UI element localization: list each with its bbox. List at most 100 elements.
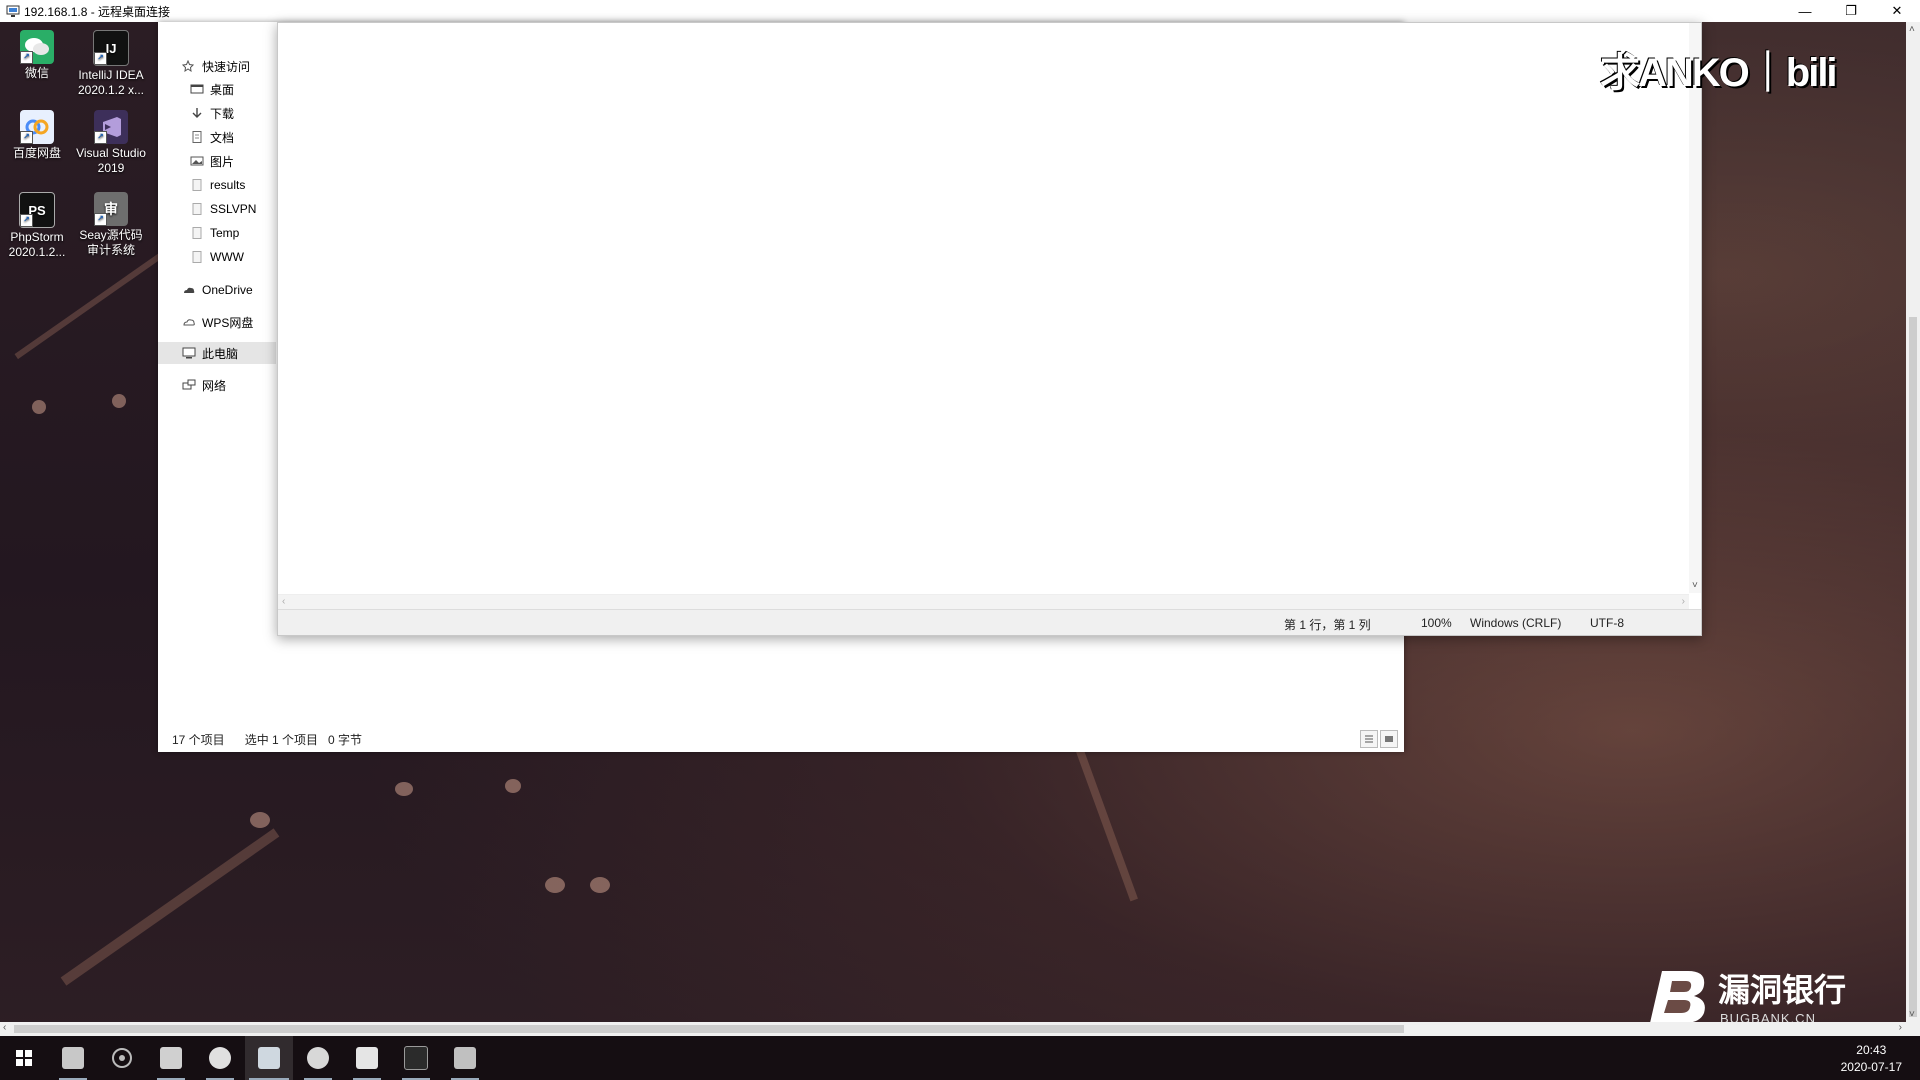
wallpaper-streak — [14, 250, 166, 360]
nav-item-downloads[interactable]: 下载 — [158, 102, 276, 124]
navigation-pane: 快速访问 桌面 下载 文档 图片 results SSLVPN Temp WWW… — [158, 22, 276, 722]
encoding: UTF-8 — [1590, 616, 1624, 630]
selection-size: 0 字节 — [328, 732, 363, 747]
taskbar-app-9[interactable] — [441, 1036, 489, 1080]
close-button[interactable]: ✕ — [1874, 0, 1920, 22]
nav-item-label: 桌面 — [210, 82, 235, 97]
nav-item-pictures[interactable]: 图片 — [158, 150, 276, 172]
nav-item-label: WPS网盘 — [202, 315, 254, 330]
clock-date: 2020-07-17 — [1840, 1060, 1902, 1074]
wallpaper-dot — [250, 812, 270, 828]
seay-icon: 审 ↗ — [94, 192, 128, 226]
scroll-right-arrow-icon[interactable]: › — [1682, 595, 1685, 609]
system-clock[interactable]: 20:43 2020-07-17 — [1841, 1042, 1902, 1076]
desktop-icon-label: Seay源代码 审计系统 — [79, 228, 143, 257]
nav-item-label: 文档 — [210, 130, 235, 145]
scroll-left-arrow-icon[interactable]: ‹ — [282, 595, 285, 609]
notepad-window[interactable]: ˅ ‹ › 第 1 行，第 1 列 100% Windows (CRLF) UT… — [277, 22, 1702, 636]
taskbar-remote-desktop[interactable] — [245, 1036, 293, 1080]
scrollbar-thumb[interactable] — [1909, 317, 1917, 1017]
taskbar-terminal[interactable] — [392, 1036, 440, 1080]
bugbank-watermark: 漏洞银行 BUGBANK.CN — [1648, 965, 1846, 1026]
restore-button[interactable]: ❐ — [1828, 0, 1874, 22]
app-icon-6 — [307, 1047, 329, 1069]
uploader-watermark: 求ANKO｜bili — [1600, 51, 1838, 95]
notepad-text-area[interactable] — [278, 23, 1689, 593]
app-icon-1 — [62, 1047, 84, 1069]
start-button[interactable] — [0, 1036, 48, 1080]
nav-item-label: OneDrive — [202, 283, 253, 297]
nav-item-label: SSLVPN — [210, 202, 257, 216]
desktop-icon-baidu-netdisk[interactable]: ↗ 百度网盘 — [2, 110, 72, 161]
desktop-icon-wechat[interactable]: ↗ 微信 — [2, 30, 72, 81]
nav-item-quick-access[interactable]: 快速访问 — [158, 55, 276, 77]
taskbar-app-4[interactable] — [196, 1036, 244, 1080]
cloud-icon — [182, 316, 196, 328]
folder-icon — [190, 251, 204, 263]
visual-studio-icon: ↗ — [94, 110, 128, 144]
minimize-button[interactable]: — — [1782, 0, 1828, 22]
remote-vertical-scrollbar[interactable]: ˄ ˅ — [1906, 22, 1920, 1022]
nav-item-label: 快速访问 — [202, 59, 251, 74]
nav-item-temp[interactable]: Temp — [158, 222, 276, 244]
desktop-icon-label: IntelliJ IDEA 2020.1.2 x... — [77, 68, 145, 97]
large-icons-view-button[interactable] — [1380, 730, 1398, 748]
onedrive-icon — [182, 284, 196, 296]
nav-item-label: WWW — [210, 250, 244, 264]
nav-item-documents[interactable]: 文档 — [158, 126, 276, 148]
taskbar-app-1[interactable] — [49, 1036, 97, 1080]
nav-item-network[interactable]: 网络 — [158, 374, 276, 396]
remote-horizontal-scrollbar[interactable]: ‹ › — [0, 1022, 1920, 1036]
desktop-icon-phpstorm[interactable]: PS ↗ PhpStorm 2020.1.2... — [2, 192, 72, 260]
nav-item-sslvpn[interactable]: SSLVPN — [158, 198, 276, 220]
details-view-button[interactable] — [1360, 730, 1378, 748]
desktop-icon-seay[interactable]: 审 ↗ Seay源代码 审计系统 — [76, 192, 146, 258]
notepad-horizontal-scrollbar[interactable]: ‹ › — [278, 594, 1689, 609]
phpstorm-icon: PS ↗ — [19, 192, 55, 228]
wallpaper-dot — [32, 400, 46, 414]
nav-item-results[interactable]: results — [158, 174, 276, 196]
download-icon — [190, 107, 204, 119]
taskbar-app-6[interactable] — [294, 1036, 342, 1080]
desktop-icon-visual-studio[interactable]: ↗ Visual Studio 2019 — [76, 110, 146, 176]
window-title: 192.168.1.8 - 远程桌面连接 — [24, 4, 171, 19]
scroll-down-arrow-icon[interactable]: ˅ — [1909, 1009, 1915, 1020]
remote-desktop-title-bar[interactable]: 192.168.1.8 - 远程桌面连接 — ❐ ✕ — [0, 0, 1920, 22]
nav-item-this-pc[interactable]: 此电脑 — [158, 342, 276, 364]
scrollbar-thumb[interactable] — [14, 1025, 1404, 1033]
star-icon — [181, 59, 196, 73]
folder-icon — [190, 203, 204, 215]
desktop-icon-label: 微信 — [24, 66, 49, 80]
notepad-status-bar: 第 1 行，第 1 列 100% Windows (CRLF) UTF-8 — [278, 609, 1701, 635]
nav-item-onedrive[interactable]: OneDrive — [158, 279, 276, 301]
app-icon-3 — [160, 1047, 182, 1069]
taskbar-file-explorer[interactable] — [343, 1036, 391, 1080]
cursor-position: 第 1 行，第 1 列 — [1284, 618, 1371, 632]
intellij-icon: IJ ↗ — [93, 30, 129, 66]
item-count: 17 个项目 — [172, 732, 225, 747]
explorer-status-bar: 17 个项目 选中 1 个项目 0 字节 — [158, 726, 1404, 752]
taskbar-app-2[interactable] — [98, 1036, 146, 1080]
nav-item-wps-cloud[interactable]: WPS网盘 — [158, 311, 276, 333]
notepad-vertical-scrollbar[interactable]: ˅ — [1689, 23, 1701, 593]
nav-item-desktop[interactable]: 桌面 — [158, 78, 276, 100]
scroll-right-arrow-icon[interactable]: › — [1899, 1022, 1902, 1033]
selection-count: 选中 1 个项目 — [244, 732, 319, 747]
baidu-netdisk-icon: ↗ — [20, 110, 54, 144]
scroll-down-arrow-icon[interactable]: ˅ — [1692, 580, 1698, 591]
nav-item-label: results — [210, 178, 246, 192]
scroll-left-arrow-icon[interactable]: ‹ — [3, 1022, 6, 1033]
scroll-up-arrow-icon[interactable]: ˄ — [1909, 24, 1915, 35]
desktop-icon-intellij[interactable]: IJ ↗ IntelliJ IDEA 2020.1.2 x... — [76, 30, 146, 98]
taskbar-app-3[interactable] — [147, 1036, 195, 1080]
nav-item-www[interactable]: WWW — [158, 246, 276, 268]
wechat-icon: ↗ — [20, 30, 54, 64]
network-icon — [182, 379, 196, 391]
terminal-icon — [404, 1046, 428, 1070]
nav-item-label: 网络 — [202, 378, 227, 393]
computer-icon — [182, 347, 196, 359]
bugbank-name: 漏洞银行 — [1718, 972, 1847, 1008]
wallpaper-dot — [545, 877, 565, 893]
nav-item-label: 此电脑 — [202, 346, 239, 361]
line-ending: Windows (CRLF) — [1470, 616, 1562, 630]
